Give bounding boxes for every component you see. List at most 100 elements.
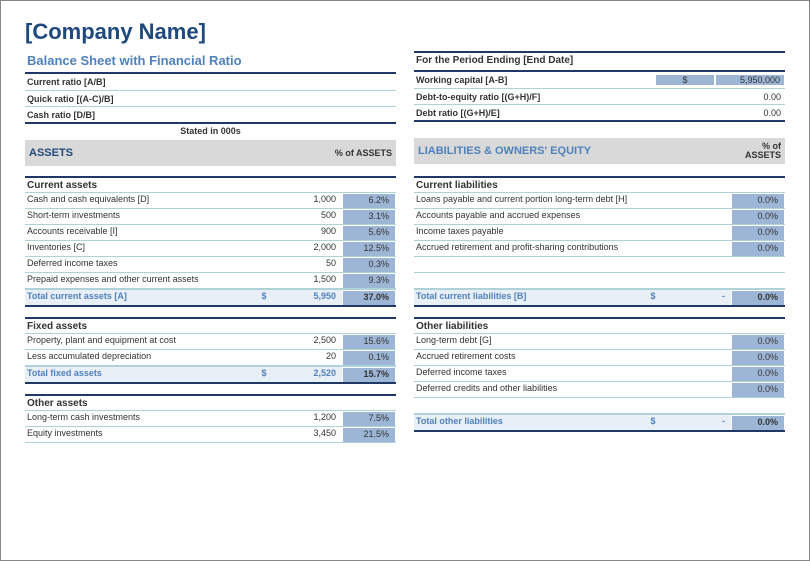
ratio-label: Cash ratio [D/B] xyxy=(25,110,344,120)
line-pct: 0.0% xyxy=(731,209,785,224)
ratio-value: 0.00 xyxy=(733,108,785,118)
dollar-sign: $ xyxy=(643,290,663,305)
line-row: Loans payable and current portion long-t… xyxy=(414,193,785,209)
total-value: 5,950 xyxy=(274,290,342,305)
total-label: Total fixed assets xyxy=(25,367,254,382)
line-pct: 0.0% xyxy=(731,225,785,240)
ratios-right-band: Working capital [A-B] $ 5,950,000 Debt-t… xyxy=(414,72,785,122)
company-title: [Company Name] xyxy=(25,19,785,45)
line-row: Cash and cash equivalents [D]1,0006.2% xyxy=(25,193,396,209)
line-label: Prepaid expenses and other current asset… xyxy=(25,273,254,288)
line-value xyxy=(663,350,731,365)
line-pct: 0.1% xyxy=(342,350,396,365)
assets-col: Current assets Cash and cash equivalents… xyxy=(25,166,396,443)
line-value xyxy=(663,193,731,208)
current-assets-section: Current assets Cash and cash equivalents… xyxy=(25,176,396,307)
dollar xyxy=(254,241,274,256)
line-pct: 6.2% xyxy=(342,193,396,208)
line-row: Long-term cash investments 1,2007.5% xyxy=(25,411,396,427)
assets-label: ASSETS xyxy=(25,147,326,159)
dollar xyxy=(254,427,274,442)
ratio-label: Current ratio [A/B] xyxy=(25,77,344,87)
line-pct: 0.0% xyxy=(731,366,785,381)
total-pct: 15.7% xyxy=(342,367,396,382)
total-value: - xyxy=(663,415,731,430)
dollar xyxy=(643,366,663,381)
ratio-row: Working capital [A-B] $ 5,950,000 xyxy=(414,72,785,88)
total-row: Total other liabilities$-0.0% xyxy=(414,414,785,432)
line-value: 3,450 xyxy=(274,427,342,442)
dollar xyxy=(643,241,663,256)
line-value: 1,500 xyxy=(274,273,342,288)
line-value: 2,500 xyxy=(274,334,342,349)
total-row: Total fixed assets$2,52015.7% xyxy=(25,366,396,384)
line-value: 50 xyxy=(274,257,342,272)
line-value xyxy=(663,334,731,349)
dollar xyxy=(643,193,663,208)
line-pct: 9.3% xyxy=(342,273,396,288)
total-pct: 0.0% xyxy=(731,415,785,430)
dollar xyxy=(643,334,663,349)
line-pct: 0.0% xyxy=(731,334,785,349)
line-value xyxy=(663,225,731,240)
line-pct: 7.5% xyxy=(342,411,396,426)
period-border: For the Period Ending [End Date] xyxy=(414,51,785,72)
line-row: Accounts receivable [I]9005.6% xyxy=(25,225,396,241)
spacer xyxy=(414,122,785,136)
line-label: Inventories [C] xyxy=(25,241,254,256)
line-label: Long-term debt [G] xyxy=(414,334,643,349)
line-label: Less accumulated depreciation xyxy=(25,350,254,365)
line-row: Property, plant and equipment at cost2,5… xyxy=(25,334,396,350)
ratio-label: Quick ratio [(A-C)/B] xyxy=(25,94,344,104)
line-value: 2,000 xyxy=(274,241,342,256)
total-row: Total current liabilities [B]$-0.0% xyxy=(414,289,785,307)
line-pct: 0.0% xyxy=(731,382,785,397)
right-top-col: For the Period Ending [End Date] Working… xyxy=(414,51,785,166)
total-value: - xyxy=(663,290,731,305)
section-header: Other liabilities xyxy=(414,317,785,334)
ratio-row: Current ratio [A/B] xyxy=(25,74,396,90)
line-value: 1,200 xyxy=(274,411,342,426)
line-row: Income taxes payable 0.0% xyxy=(414,225,785,241)
ratio-row: Debt ratio [(G+H)/E] 0.00 xyxy=(414,104,785,120)
line-row: Prepaid expenses and other current asset… xyxy=(25,273,396,289)
section-header: Current assets xyxy=(25,176,396,193)
line-row: Less accumulated depreciation200.1% xyxy=(25,350,396,366)
line-label: Deferred income taxes xyxy=(25,257,254,272)
current-liabilities-section: Current liabilities Loans payable and cu… xyxy=(414,176,785,307)
total-row: Total current assets [A]$5,95037.0% xyxy=(25,289,396,307)
line-row: Equity investments3,45021.5% xyxy=(25,427,396,443)
dollar xyxy=(643,382,663,397)
line-label: Short-term investments xyxy=(25,209,254,224)
total-label: Total other liabilities xyxy=(414,415,643,430)
line-label: Income taxes payable xyxy=(414,225,643,240)
subtitle: Balance Sheet with Financial Ratio xyxy=(25,51,396,72)
line-label: Long-term cash investments xyxy=(25,411,254,426)
total-value: 2,520 xyxy=(274,367,342,382)
ratio-row: Cash ratio [D/B] xyxy=(25,106,396,122)
left-top-col: Balance Sheet with Financial Ratio Curre… xyxy=(25,51,396,166)
pct-of-assets-label: % ofASSETS xyxy=(715,142,785,160)
line-row: Deferred credits and other liabilities0.… xyxy=(414,382,785,398)
other-assets-section: Other assets Long-term cash investments 1… xyxy=(25,394,396,443)
total-pct: 37.0% xyxy=(342,290,396,305)
dollar-sign: $ xyxy=(254,290,274,305)
line-label: Cash and cash equivalents [D] xyxy=(25,193,254,208)
liabilities-col: Current liabilities Loans payable and cu… xyxy=(414,166,785,443)
line-row: Deferred income taxes500.3% xyxy=(25,257,396,273)
line-pct: 5.6% xyxy=(342,225,396,240)
line-value xyxy=(663,241,731,256)
line-label: Loans payable and current portion long-t… xyxy=(414,193,643,208)
line-row: Deferred income taxes0.0% xyxy=(414,366,785,382)
total-pct: 0.0% xyxy=(731,290,785,305)
line-pct: 0.0% xyxy=(731,193,785,208)
dollar xyxy=(254,193,274,208)
line-pct: 0.0% xyxy=(731,350,785,365)
section-header: Current liabilities xyxy=(414,176,785,193)
ratio-amount: 5,950,000 xyxy=(715,74,785,86)
blank-row: . xyxy=(414,273,785,289)
line-pct: 3.1% xyxy=(342,209,396,224)
section-header: Other assets xyxy=(25,394,396,411)
blank-row: . xyxy=(414,398,785,414)
line-value xyxy=(663,382,731,397)
